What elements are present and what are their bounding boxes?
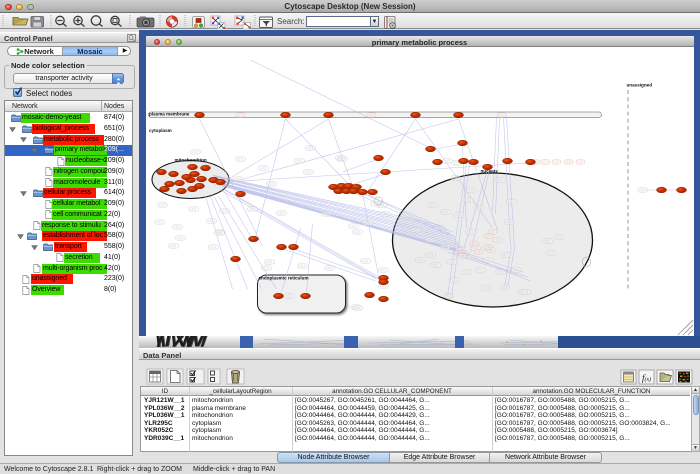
svg-text:endoplasmic reticulum: endoplasmic reticulum bbox=[258, 276, 308, 281]
svg-text:mitochondrion: mitochondrion bbox=[174, 158, 206, 163]
svg-text:cytoplasm: cytoplasm bbox=[149, 128, 172, 133]
svg-text:unassigned: unassigned bbox=[626, 83, 652, 88]
svg-text:plasma membrane: plasma membrane bbox=[149, 112, 190, 117]
